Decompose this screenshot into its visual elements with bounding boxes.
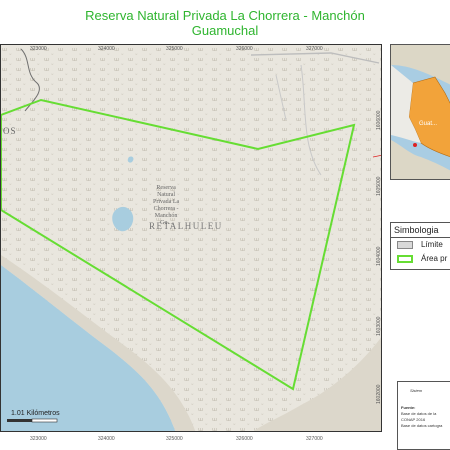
scale-bar-segment	[31, 418, 58, 423]
department-label: RETALHULEU	[149, 221, 223, 231]
x-tick-top: 326000	[236, 46, 253, 52]
reserve-label-line: Natural	[157, 192, 176, 198]
town-label: OS	[3, 126, 17, 136]
reserve-label-line: Privada La	[153, 199, 180, 205]
inset-country-label: Guat...	[419, 121, 438, 127]
legend-swatch-area	[397, 255, 413, 263]
x-tick-top: 323000	[30, 46, 47, 52]
y-tick-right: 1603000	[376, 316, 382, 336]
x-tick-bottom: 326000	[236, 436, 253, 442]
y-tick-right: 1605000	[376, 176, 382, 196]
x-tick-top: 324000	[98, 46, 115, 52]
map-title-line-2: Guamuchal	[191, 23, 259, 38]
inset-map[interactable]: Guat...	[390, 44, 450, 180]
reserve-label-line: Chorrera -	[153, 206, 179, 212]
inset-canvas	[391, 45, 450, 179]
y-tick-right: 1602000	[376, 384, 382, 404]
legend-label: Límite	[421, 240, 443, 249]
x-tick-bottom: 323000	[30, 436, 47, 442]
reserve-label-line: Reserva	[156, 185, 176, 191]
legend: Simbologia Límite Área pr	[390, 222, 450, 270]
y-tick-right: 1604000	[376, 246, 382, 266]
reserve-label-line: Manchón	[154, 213, 178, 219]
x-tick-top: 327000	[306, 46, 323, 52]
inset-location-marker	[413, 143, 417, 147]
x-tick-bottom: 327000	[306, 436, 323, 442]
source-panel: Sistem Fuente: Base de datos de la CONAP…	[397, 381, 450, 450]
main-map[interactable]: ɯ ⌣ OS Reserva Natural Privada La C	[0, 44, 382, 432]
source-line-3: Base de datos cartogra	[401, 423, 443, 428]
x-tick-bottom: 324000	[98, 436, 115, 442]
source-label: Fuente:	[401, 405, 416, 410]
map-title-line-1: Reserva Natural Privada La Chorrera - Ma…	[85, 8, 365, 23]
legend-divider	[391, 237, 450, 238]
map-title: Reserva Natural Privada La Chorrera - Ma…	[0, 8, 450, 38]
legend-label: Área pr	[421, 254, 448, 263]
source-line-1: Base de datos de la	[401, 411, 437, 416]
source-line-2: CONAP 2016	[401, 417, 426, 422]
y-tick-right: 1606000	[376, 110, 382, 130]
map-canvas: ɯ ⌣	[1, 45, 381, 431]
scale-label: 1.01 Kilómetros	[11, 410, 60, 417]
legend-swatch-limite	[397, 241, 413, 249]
x-tick-top: 325000	[166, 46, 183, 52]
x-tick-bottom: 325000	[166, 436, 183, 442]
legend-title: Simbologia	[394, 225, 439, 235]
source-heading: Sistem	[410, 388, 423, 393]
